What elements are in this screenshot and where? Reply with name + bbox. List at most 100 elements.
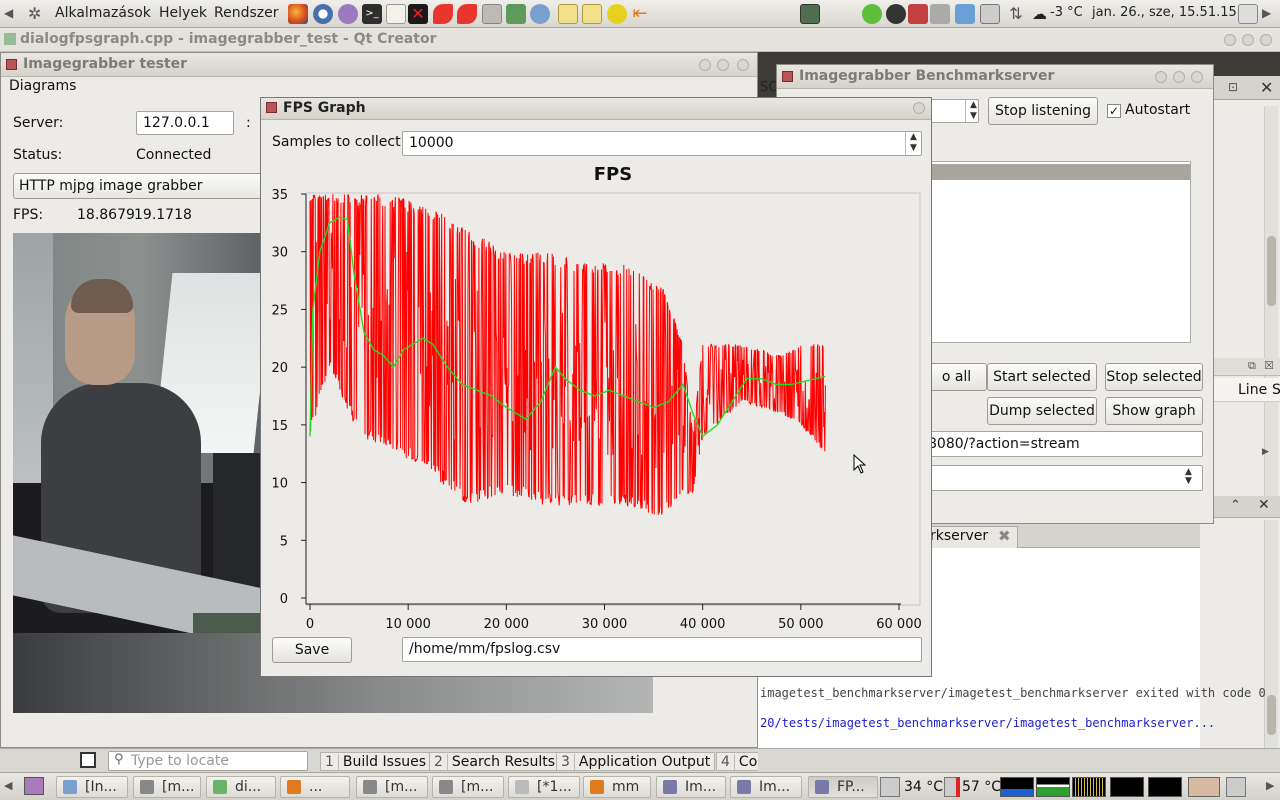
stream-url-input[interactable]: 8080/?action=stream <box>927 431 1203 457</box>
menu-diagrams[interactable]: Diagrams <box>9 78 76 94</box>
red-app-icon-2[interactable] <box>457 4 477 24</box>
line-column-header[interactable]: Line <box>1238 382 1267 398</box>
menu-applications[interactable]: Alkalmazások <box>55 5 151 21</box>
menu-places[interactable]: Helyek <box>159 5 207 21</box>
scroll-right-icon[interactable]: ▶ <box>1262 6 1271 20</box>
fps-graph-titlebar[interactable]: FPS Graph <box>261 98 931 120</box>
tray-icon-a[interactable] <box>930 4 950 24</box>
taskbar-item[interactable]: ... <box>280 776 350 798</box>
locate-input[interactable]: Type to locate <box>108 751 308 771</box>
terminal-icon[interactable]: >_ <box>362 4 382 24</box>
maximize-button[interactable] <box>1242 34 1254 46</box>
red-app-icon-1[interactable] <box>433 4 453 24</box>
taskbar-item[interactable]: [*1... <box>508 776 580 798</box>
samples-spinbox[interactable]: 10000 <box>402 131 922 156</box>
close-button[interactable] <box>1191 71 1203 83</box>
calculator-icon[interactable] <box>482 4 502 24</box>
output-tab-label[interactable]: rkserver <box>930 528 988 544</box>
close-output-icon[interactable]: ✕ <box>1258 497 1270 513</box>
save-button[interactable]: Save <box>272 637 352 663</box>
back-arrow-icon[interactable]: ⇤ <box>630 4 650 24</box>
benchmarkserver-titlebar[interactable]: Imagegrabber Benchmarkserver <box>777 65 1213 89</box>
scroll-right-small-icon[interactable]: ▶ <box>1262 447 1269 457</box>
network-tool-icon[interactable] <box>506 4 526 24</box>
scroll-right-icon[interactable]: ▶ <box>1266 779 1274 792</box>
workspace-switcher[interactable] <box>1188 777 1220 797</box>
taskbar-item[interactable]: Im... <box>656 776 726 798</box>
close-pane-icon[interactable]: ☒ <box>1264 359 1274 372</box>
editor-scrollbar[interactable] <box>1264 106 1278 506</box>
close-button[interactable] <box>737 59 749 71</box>
autostart-checkbox[interactable]: ✓ <box>1107 104 1121 118</box>
save-path-input[interactable]: /home/mm/fpslog.csv <box>402 637 922 662</box>
minimize-button[interactable] <box>1155 71 1167 83</box>
clients-list[interactable] <box>927 161 1191 343</box>
tab-partial-label[interactable]: SC <box>760 80 777 95</box>
grabber-select[interactable]: HTTP mjpg image grabber <box>13 173 263 199</box>
minimize-button[interactable] <box>1224 34 1236 46</box>
trash-icon[interactable] <box>1226 777 1246 797</box>
taskbar-item[interactable]: [m... <box>432 776 504 798</box>
sidebar-toggle-icon[interactable] <box>80 752 96 768</box>
show-desktop-icon[interactable] <box>24 777 44 795</box>
close-button[interactable] <box>1260 34 1272 46</box>
folder-icon-1[interactable] <box>558 4 578 24</box>
close-tab-icon[interactable]: ✖ <box>998 527 1011 545</box>
globe-icon[interactable] <box>530 4 550 24</box>
menu-system[interactable]: Rendszer <box>214 5 278 21</box>
keyboard-icon[interactable] <box>980 4 1000 24</box>
clock[interactable]: jan. 26., sze, 15.51.15 <box>1092 5 1237 20</box>
taskbar-item[interactable]: mm <box>583 776 651 798</box>
red-square-icon[interactable] <box>908 4 928 24</box>
taskbar-item[interactable]: [m... <box>133 776 201 798</box>
network-icon[interactable]: ⇅ <box>1006 4 1026 24</box>
float-icon[interactable]: ⧉ <box>1248 359 1256 373</box>
show-graph-button[interactable]: Show graph <box>1105 397 1203 425</box>
grabber-type-select[interactable] <box>927 465 1203 491</box>
maximize-pane-icon[interactable]: ⌃ <box>1230 498 1241 513</box>
yellow-circle-icon[interactable] <box>607 4 627 24</box>
maximize-button[interactable] <box>1173 71 1185 83</box>
samples-spin-arrows[interactable]: ▲ ▼ <box>905 132 921 155</box>
close-icon[interactable]: ✕ <box>1260 78 1273 97</box>
temperature-label[interactable]: -3 °C <box>1050 5 1083 20</box>
stop-all-button[interactable]: o all <box>927 363 987 391</box>
taskbar-item[interactable]: [In... <box>56 776 128 798</box>
xkill-icon[interactable]: ✕ <box>408 4 428 24</box>
stop-selected-button[interactable]: Stop selected <box>1105 363 1203 391</box>
pidgin-icon[interactable] <box>338 4 358 24</box>
tab-build-issues[interactable]: 1 Build Issues <box>320 752 432 771</box>
tester-titlebar[interactable]: Imagegrabber tester <box>1 53 757 77</box>
firefox-icon[interactable] <box>288 4 308 24</box>
session-menu-icon[interactable] <box>1238 4 1258 24</box>
scroll-left-icon[interactable]: ◀ <box>4 779 12 792</box>
record-icon[interactable] <box>886 4 906 24</box>
server-input[interactable]: 127.0.0.1 <box>136 111 234 135</box>
tray-icon-b[interactable] <box>955 4 975 24</box>
taskbar-item-label: [m... <box>385 779 418 795</box>
output-scrollbar[interactable] <box>1264 520 1278 748</box>
lock-icon[interactable]: ⊡ <box>1228 80 1238 94</box>
s-column-header[interactable]: S <box>1272 382 1280 398</box>
chromium-icon[interactable] <box>313 4 333 24</box>
dump-selected-button[interactable]: Dump selected <box>987 397 1097 425</box>
tab-application-output[interactable]: 3 Application Output <box>556 752 716 771</box>
start-selected-button[interactable]: Start selected <box>987 363 1097 391</box>
taskbar-item[interactable]: Im... <box>730 776 802 798</box>
stop-listening-button[interactable]: Stop listening <box>988 97 1098 125</box>
selected-list-row[interactable] <box>928 164 1190 180</box>
select-arrows-icon[interactable]: ▲ ▼ <box>1185 468 1192 486</box>
taskbar-item[interactable]: di... <box>206 776 276 798</box>
close-button[interactable] <box>913 102 925 114</box>
port-spin-arrows[interactable]: ▲ ▼ <box>965 100 981 122</box>
taskbar-item[interactable]: FP... <box>808 776 878 798</box>
minimize-button[interactable] <box>699 59 711 71</box>
text-editor-icon[interactable] <box>386 4 406 24</box>
maximize-button[interactable] <box>717 59 729 71</box>
autostart-label[interactable]: Autostart <box>1125 102 1190 118</box>
scroll-left-icon[interactable]: ◀ <box>4 6 13 20</box>
update-ok-icon[interactable] <box>862 4 882 24</box>
folder-icon-2[interactable] <box>582 4 602 24</box>
tab-search-results[interactable]: 2 Search Results <box>429 752 561 771</box>
taskbar-item[interactable]: [m... <box>356 776 428 798</box>
